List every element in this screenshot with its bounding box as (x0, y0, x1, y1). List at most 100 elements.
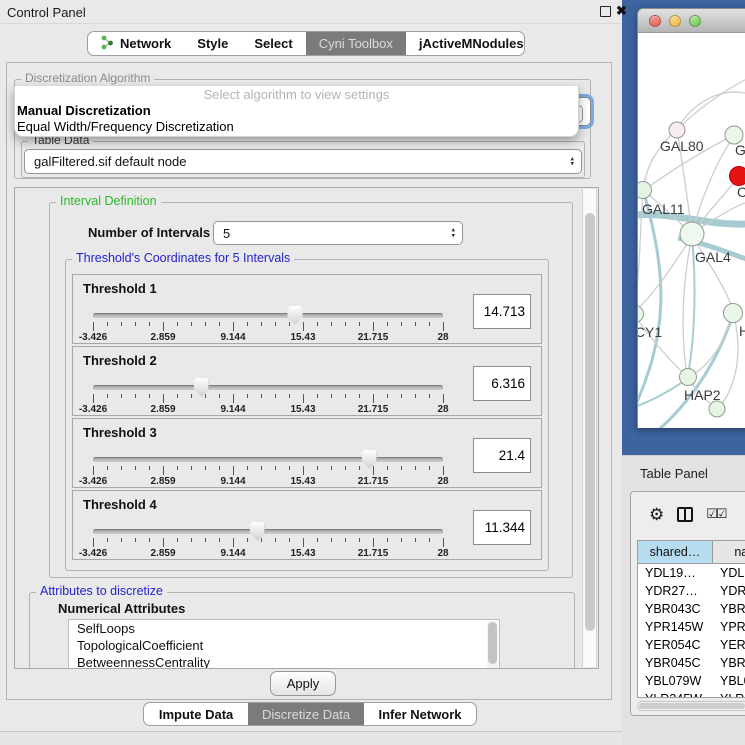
threshold-4-value[interactable]: 11.344 (473, 510, 531, 545)
threshold-2-label: Threshold 2 (83, 353, 157, 368)
node-table: shared… name YDL19…YDL1YDR27…YDR2YBR043C… (637, 540, 745, 698)
table-horizontal-scrollbar-thumb[interactable] (639, 703, 745, 709)
table-row[interactable]: YPR145WYPR1 (638, 618, 745, 636)
table-horizontal-scrollbar[interactable] (637, 701, 745, 711)
tab-impute-data[interactable]: Impute Data (144, 703, 248, 725)
threshold-2-value[interactable]: 6.316 (473, 366, 531, 401)
table-cell[interactable]: YDR27… (638, 582, 713, 600)
table-cell[interactable]: YPR145W (638, 618, 713, 636)
slider-track[interactable] (93, 529, 443, 534)
table-row[interactable]: YBR043CYBR0 (638, 600, 745, 618)
threshold-4-label: Threshold 4 (83, 497, 157, 512)
threshold-3-value[interactable]: 21.4 (473, 438, 531, 473)
threshold-1-value[interactable]: 14.713 (473, 294, 531, 329)
table-cell[interactable]: YLR3 (713, 690, 745, 698)
table-row[interactable]: YBL079WYBL0 (638, 672, 745, 690)
slider-track[interactable] (93, 313, 443, 318)
table-row[interactable]: YBR045CYBR0 (638, 654, 745, 672)
top-tabbar: Network Style Select Cyni Toolbox jActiv… (87, 31, 525, 56)
panel-scrollbar[interactable] (582, 189, 597, 667)
split-columns-icon[interactable] (677, 507, 693, 522)
table-data-group: Table Data galFiltered.sif default node … (21, 141, 585, 178)
column-header-name[interactable]: name (713, 541, 745, 563)
table-cell[interactable]: YBR0 (713, 600, 745, 618)
network-window-titlebar[interactable] (637, 8, 745, 33)
tab-style-label: Style (197, 36, 228, 51)
table-data-value: galFiltered.sif default node (34, 154, 186, 169)
number-of-intervals-combobox[interactable]: 5 ▴▾ (213, 221, 463, 245)
numerical-attributes-list[interactable]: SelfLoopsTopologicalCoefficientBetweenne… (68, 619, 500, 669)
network-canvas[interactable]: GAL80G.CGAL11GAL4GCY1HHAP2 (637, 33, 745, 428)
tab-network[interactable]: Network (88, 32, 184, 55)
attribute-list-item[interactable]: BetweennessCentrality (69, 654, 499, 669)
tab-select[interactable]: Select (241, 32, 305, 55)
float-window-icon[interactable] (600, 6, 611, 17)
gear-icon[interactable]: ⚙ (649, 506, 664, 523)
combo-arrows-icon: ▴▾ (451, 228, 455, 239)
slider-ticks (93, 322, 443, 332)
checked-checkbox-icons[interactable]: ☑☑ (706, 506, 725, 522)
column-header-shared-name[interactable]: shared… (638, 541, 713, 563)
dropdown-option-equal-width[interactable]: Equal Width/Frequency Discretization (15, 119, 578, 135)
tab-cyni-toolbox[interactable]: Cyni Toolbox (306, 32, 406, 55)
tab-discretize-data[interactable]: Discretize Data (248, 703, 364, 725)
tab-cyni-toolbox-label: Cyni Toolbox (319, 36, 393, 51)
panel-scrollbar-thumb[interactable] (585, 213, 595, 631)
slider-scale-labels: -3.4262.8599.14415.4321.71528 (93, 548, 443, 560)
slider-scale-labels: -3.4262.8599.14415.4321.71528 (93, 404, 443, 416)
table-cell[interactable]: YBR043C (638, 600, 713, 618)
desktop: Control Panel ✖ Network Style Select Cyn… (0, 0, 745, 745)
threshold-3-label: Threshold 3 (83, 425, 157, 440)
table-cell[interactable]: YER054C (638, 636, 713, 654)
zoom-traffic-light-icon[interactable] (689, 15, 701, 27)
interval-definition-group: Interval Definition Number of Intervals … (49, 202, 573, 578)
table-cell[interactable]: YBR045C (638, 654, 713, 672)
numerical-attributes-label: Numerical Attributes (58, 601, 185, 616)
slider-scale-labels: -3.4262.8599.14415.4321.71528 (93, 476, 443, 488)
dropdown-option-manual[interactable]: Manual Discretization (15, 103, 578, 119)
table-cell[interactable]: YBR0 (713, 654, 745, 672)
threshold-1-label: Threshold 1 (83, 281, 157, 296)
svg-text:G.: G. (735, 142, 745, 158)
table-cell[interactable]: YPR1 (713, 618, 745, 636)
attribute-list-item[interactable]: TopologicalCoefficient (69, 637, 499, 654)
table-row[interactable]: YDR27…YDR2 (638, 582, 745, 600)
slider-scale-labels: -3.4262.8599.14415.4321.71528 (93, 332, 443, 344)
tab-infer-network[interactable]: Infer Network (364, 703, 476, 725)
apply-button[interactable]: Apply (270, 671, 336, 696)
attribute-list-item[interactable]: SelfLoops (69, 620, 499, 637)
svg-text:GAL80: GAL80 (660, 138, 704, 154)
table-cell[interactable]: YLR345W (638, 690, 713, 698)
network-view-window: GAL80G.CGAL11GAL4GCY1HHAP2 (637, 8, 745, 428)
table-toolbar: ⚙ ☑☑ (631, 492, 745, 536)
svg-text:GAL11: GAL11 (642, 201, 685, 217)
table-cell[interactable]: YDL1 (713, 564, 745, 582)
tab-style[interactable]: Style (184, 32, 241, 55)
close-traffic-light-icon[interactable] (649, 15, 661, 27)
slider-track[interactable] (93, 385, 443, 390)
close-icon[interactable]: ✖ (616, 3, 627, 19)
tab-infer-network-label: Infer Network (378, 707, 461, 722)
number-of-intervals-value: 5 (223, 226, 230, 241)
table-data-combobox[interactable]: galFiltered.sif default node ▴▾ (24, 149, 582, 174)
number-of-intervals-label: Number of Intervals (88, 225, 210, 240)
list-scrollbar[interactable] (487, 621, 498, 669)
table-cell[interactable]: YBL079W (638, 672, 713, 690)
slider-ticks (93, 538, 443, 548)
threshold-2-panel: Threshold 2 -3.4262.8599.14415.4321.7152… (72, 346, 542, 416)
slider-track[interactable] (93, 457, 443, 462)
table-row[interactable]: YLR345WYLR3 (638, 690, 745, 698)
table-cell[interactable]: YBL0 (713, 672, 745, 690)
combo-arrows-icon: ▴▾ (570, 156, 574, 167)
bottom-tabbar: Impute Data Discretize Data Infer Networ… (143, 702, 477, 726)
list-scrollbar-thumb[interactable] (488, 622, 497, 664)
table-cell[interactable]: YDL19… (638, 564, 713, 582)
minimize-traffic-light-icon[interactable] (669, 15, 681, 27)
tab-jactivemnodules[interactable]: jActiveMNodules (406, 32, 525, 55)
table-row[interactable]: YDL19…YDL1 (638, 564, 745, 582)
table-cell[interactable]: YER0 (713, 636, 745, 654)
table-row[interactable]: YER054CYER0 (638, 636, 745, 654)
settings-scroll-panel: Interval Definition Number of Intervals … (14, 187, 599, 669)
table-cell[interactable]: YDR2 (713, 582, 745, 600)
table-panel: Table Panel ⚙ ☑☑ shared… name YDL19…YDL1… (622, 455, 745, 745)
